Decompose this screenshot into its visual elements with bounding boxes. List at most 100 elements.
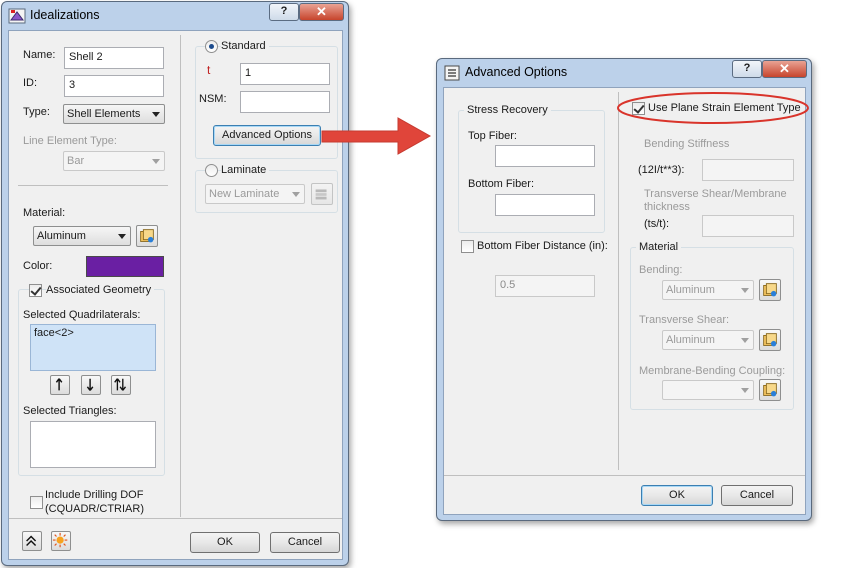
bending-stiffness-expr: (12I/t**3): bbox=[638, 164, 685, 176]
advanced-options-dialog: Advanced Options ? ✕ Stress Recovery Top… bbox=[436, 58, 812, 521]
bottom-divider bbox=[9, 518, 342, 519]
material-dropdown-value: Aluminum bbox=[37, 230, 86, 242]
thickness-label: t bbox=[207, 63, 211, 77]
bottom-fiber-field[interactable] bbox=[495, 194, 595, 216]
laminate-label: Laminate bbox=[221, 164, 270, 176]
ok-button[interactable]: OK bbox=[641, 485, 713, 506]
name-field[interactable]: Shell 2 bbox=[64, 47, 164, 69]
transverse-shear-dropdown[interactable]: Aluminum bbox=[662, 330, 754, 350]
dialog-title: Advanced Options bbox=[465, 65, 568, 79]
bottom-fiber-distance-field[interactable]: 0.5 bbox=[495, 275, 595, 297]
chevron-down-icon bbox=[741, 288, 749, 293]
move-down-button[interactable] bbox=[81, 375, 101, 395]
transverse-shear-material-button[interactable] bbox=[759, 329, 781, 351]
standard-label: Standard bbox=[221, 40, 269, 52]
highlight-icon bbox=[52, 532, 68, 548]
transverse-shear-value: Aluminum bbox=[666, 334, 715, 346]
material-group-label: Material bbox=[636, 241, 682, 253]
name-label: Name: bbox=[23, 49, 56, 61]
material-manager-icon bbox=[140, 229, 154, 243]
chevron-down-icon bbox=[741, 388, 749, 393]
selected-triangles-list[interactable] bbox=[30, 421, 156, 468]
include-drilling-dof-sublabel: (CQUADR/CTRIAR) bbox=[45, 503, 144, 515]
laminate-editor-icon bbox=[315, 189, 327, 200]
bending-material-button[interactable] bbox=[759, 279, 781, 301]
material-manager-button[interactable] bbox=[136, 225, 158, 247]
list-item[interactable]: face<2> bbox=[34, 327, 152, 339]
column-divider bbox=[180, 35, 181, 517]
thickness-field[interactable]: 1 bbox=[240, 63, 330, 85]
line-element-type-dropdown[interactable]: Bar bbox=[63, 151, 165, 171]
selected-triangles-label: Selected Triangles: bbox=[23, 405, 117, 417]
top-fiber-field[interactable] bbox=[495, 145, 595, 167]
double-chevron-up-icon bbox=[26, 535, 37, 547]
include-drilling-dof-label: Include Drilling DOF bbox=[45, 489, 144, 501]
material-label: Material: bbox=[23, 207, 66, 219]
ts-label-line1: Transverse Shear/Membrane bbox=[644, 188, 787, 200]
selected-quadrilaterals-label: Selected Quadrilaterals: bbox=[23, 309, 141, 321]
selected-quadrilaterals-list[interactable]: face<2> bbox=[30, 324, 156, 371]
bottom-divider bbox=[444, 475, 805, 476]
callout-arrow bbox=[321, 117, 432, 155]
cancel-button[interactable]: Cancel bbox=[270, 532, 340, 553]
bending-stiffness-label: Bending Stiffness bbox=[644, 138, 730, 150]
idealizations-dialog: Idealizations ? ✕ Name: Shell 2 ID: 3 Ty… bbox=[1, 1, 349, 566]
cancel-button[interactable]: Cancel bbox=[721, 485, 793, 506]
type-label: Type: bbox=[23, 106, 50, 118]
include-drilling-dof-checkbox[interactable] bbox=[30, 496, 43, 509]
arrow-up-icon bbox=[55, 378, 63, 391]
chevron-down-icon bbox=[292, 192, 300, 197]
type-dropdown[interactable]: Shell Elements bbox=[63, 104, 165, 124]
ts-field[interactable] bbox=[702, 215, 794, 237]
chevron-down-icon bbox=[152, 159, 160, 164]
move-up-button[interactable] bbox=[50, 375, 70, 395]
laminate-dropdown[interactable]: New Laminate bbox=[205, 184, 305, 204]
chevron-down-icon bbox=[152, 112, 160, 117]
associated-geometry-checkbox[interactable] bbox=[29, 284, 42, 297]
ok-button[interactable]: OK bbox=[190, 532, 260, 553]
advanced-options-button[interactable]: Advanced Options bbox=[213, 125, 321, 146]
membrane-bending-material-button[interactable] bbox=[759, 379, 781, 401]
swap-arrows-icon bbox=[114, 378, 127, 391]
transverse-shear-label: Transverse Shear: bbox=[639, 314, 730, 326]
associated-geometry-label: Associated Geometry bbox=[46, 284, 155, 296]
help-button[interactable]: ? bbox=[269, 3, 299, 21]
laminate-editor-button[interactable] bbox=[311, 183, 333, 205]
help-button[interactable]: ? bbox=[732, 60, 762, 78]
chevron-down-icon bbox=[118, 234, 126, 239]
top-fiber-label: Top Fiber: bbox=[468, 130, 517, 142]
bottom-fiber-distance-label: Bottom Fiber Distance (in): bbox=[477, 240, 608, 252]
idealizations-client: Name: Shell 2 ID: 3 Type: Shell Elements… bbox=[8, 30, 343, 560]
membrane-bending-label: Membrane-Bending Coupling: bbox=[639, 365, 786, 377]
bottom-fiber-distance-checkbox[interactable] bbox=[461, 240, 474, 253]
laminate-radio[interactable] bbox=[205, 164, 218, 177]
id-field[interactable]: 3 bbox=[64, 75, 164, 97]
nsm-field[interactable] bbox=[240, 91, 330, 113]
membrane-bending-dropdown[interactable] bbox=[662, 380, 754, 400]
color-swatch[interactable] bbox=[86, 256, 164, 277]
idealizations-app-icon bbox=[8, 8, 26, 24]
bottom-fiber-label: Bottom Fiber: bbox=[468, 178, 535, 190]
material-dropdown[interactable]: Aluminum bbox=[33, 226, 131, 246]
collapse-button[interactable] bbox=[22, 531, 42, 551]
material-manager-icon bbox=[763, 283, 777, 297]
line-element-type-label: Line Element Type: bbox=[23, 135, 117, 147]
close-button[interactable]: ✕ bbox=[762, 60, 807, 78]
bending-stiffness-field[interactable] bbox=[702, 159, 794, 181]
ts-label-line2: thickness bbox=[644, 201, 690, 213]
arrow-down-icon bbox=[86, 378, 94, 391]
highlight-ellipse bbox=[617, 92, 809, 124]
advanced-options-app-icon bbox=[444, 65, 460, 81]
close-button[interactable]: ✕ bbox=[299, 3, 344, 21]
type-dropdown-value: Shell Elements bbox=[67, 108, 141, 120]
highlight-button[interactable] bbox=[51, 531, 71, 551]
bending-material-dropdown[interactable]: Aluminum bbox=[662, 280, 754, 300]
nsm-label: NSM: bbox=[199, 93, 227, 105]
bending-label: Bending: bbox=[639, 264, 683, 276]
bending-material-value: Aluminum bbox=[666, 284, 715, 296]
stress-recovery-label: Stress Recovery bbox=[464, 104, 551, 116]
swap-button[interactable] bbox=[111, 375, 131, 395]
advanced-options-client: Stress Recovery Top Fiber: Bottom Fiber:… bbox=[443, 87, 809, 515]
ts-expr: (ts/t): bbox=[644, 218, 670, 230]
standard-radio[interactable] bbox=[205, 40, 218, 53]
